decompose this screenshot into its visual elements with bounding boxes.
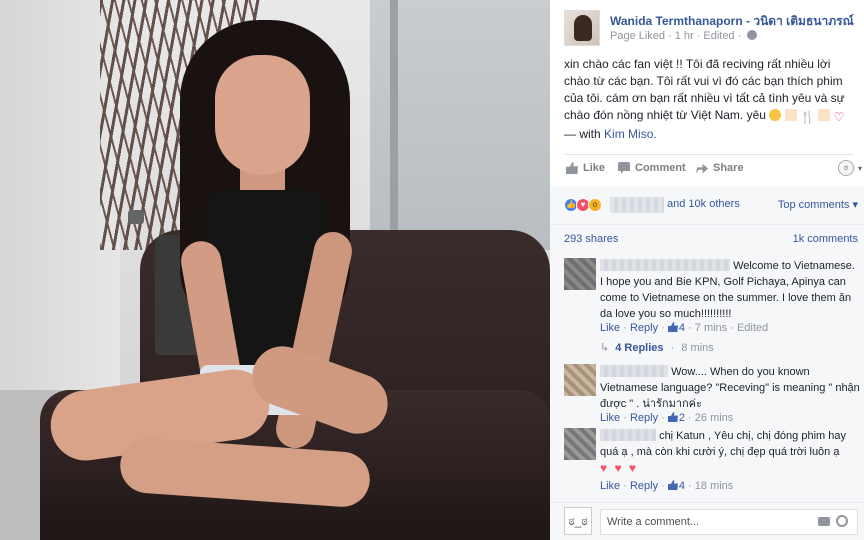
reactions-bar: 👍 ♥ o and 10k others Top comments ▾ xyxy=(550,186,864,224)
comment-likes-count[interactable]: 4 xyxy=(679,480,685,492)
reaction-icons[interactable]: 👍 ♥ o xyxy=(564,198,602,212)
camera-icon[interactable] xyxy=(818,517,830,526)
comment-text: Welcome to Vietnamese. I hope you and Bi… xyxy=(600,258,860,322)
comment-text: chị Katun , Yêu chị, chị đóng phim hay q… xyxy=(600,428,860,477)
with-prefix: — with xyxy=(564,127,601,141)
comment-meta: Like · Reply · 2 · 26 mins xyxy=(600,412,734,424)
reply-arrow-icon: ↳ xyxy=(600,342,610,354)
post-photo[interactable] xyxy=(0,0,550,540)
post-actions: Like Comment Share ಠ ▾ xyxy=(564,156,862,184)
comment-meta: Like · Reply · 4 · 18 mins xyxy=(600,480,734,492)
thumbs-up-icon xyxy=(667,412,678,422)
commenter-selector-icon[interactable]: ಠ xyxy=(838,160,854,176)
emoji-box-icon xyxy=(784,109,797,121)
comment-like-link[interactable]: Like xyxy=(600,480,620,492)
blurred-commenter-name[interactable] xyxy=(600,259,730,271)
comment-meta: Like · Reply · 4 · 7 mins · Edited xyxy=(600,322,769,334)
comment-edited[interactable]: Edited xyxy=(737,322,768,334)
view-replies-link[interactable]: ↳ 4 Replies · 8 mins xyxy=(600,341,714,354)
user-avatar: ಠ_ಠ xyxy=(564,507,592,535)
commenter-avatar[interactable] xyxy=(564,364,596,396)
comment-reply-link[interactable]: Reply xyxy=(630,412,658,424)
write-comment-bar: ಠ_ಠ xyxy=(550,502,864,540)
comment-button[interactable]: Comment xyxy=(618,162,686,174)
reactions-others-link[interactable]: and 10k others xyxy=(667,198,740,210)
comment-item: Wow.... When do you known Vietnamese lan… xyxy=(564,360,860,430)
photo-wall-hook xyxy=(128,210,144,224)
tagged-friend-link[interactable]: Kim Miso. xyxy=(604,127,657,141)
thumbs-up-icon xyxy=(667,322,678,332)
replies-time: 8 mins xyxy=(681,342,714,354)
thumbs-up-icon xyxy=(667,480,678,490)
caret-down-icon[interactable]: ▾ xyxy=(858,164,862,173)
blurred-name xyxy=(610,197,664,213)
comment-button-label: Comment xyxy=(635,162,686,174)
comment-text: Wow.... When do you known Vietnamese lan… xyxy=(600,364,860,412)
like-button-label: Like xyxy=(583,162,606,174)
comments-list: Welcome to Vietnamese. I hope you and Bi… xyxy=(550,252,864,502)
comment-likes-count[interactable]: 2 xyxy=(679,412,685,424)
emoji-face-icon xyxy=(769,109,782,121)
photo-window xyxy=(370,0,550,250)
comment-like-link[interactable]: Like xyxy=(600,412,620,424)
like-icon xyxy=(566,162,578,174)
blurred-commenter-name[interactable] xyxy=(600,365,668,377)
comments-count-link[interactable]: 1k comments xyxy=(793,233,858,245)
page-name-link[interactable]: Wanida Termthanaporn - วนิดา เติมธนาภรณ์ xyxy=(610,12,860,31)
shares-link[interactable]: 293 shares xyxy=(564,233,618,245)
post-timestamp[interactable]: 1 hr xyxy=(675,30,694,42)
wow-reaction-icon: o xyxy=(588,198,602,212)
emoji-heart-icon: ♡ xyxy=(833,110,845,124)
post-meta: Page Liked · 1 hr · Edited · xyxy=(610,30,758,42)
counts-bar: 293 shares 1k comments xyxy=(550,224,864,252)
share-button[interactable]: Share xyxy=(696,162,744,174)
comment-item: Welcome to Vietnamese. I hope you and Bi… xyxy=(564,254,860,346)
hearts-emoji: ♥ ♥ ♥ xyxy=(600,461,639,475)
top-comments-dropdown[interactable]: Top comments ▾ xyxy=(778,198,858,211)
commenter-avatar[interactable] xyxy=(564,428,596,460)
emoji-box-icon xyxy=(818,109,831,121)
globe-icon[interactable] xyxy=(747,30,758,40)
comment-like-link[interactable]: Like xyxy=(600,322,620,334)
page-avatar[interactable] xyxy=(564,10,600,46)
post-text: xin chào các fan việt !! Tôi đã reciving… xyxy=(564,56,854,143)
replies-label: 4 Replies xyxy=(615,342,664,354)
share-button-label: Share xyxy=(713,162,744,174)
comment-likes-count[interactable]: 4 xyxy=(679,322,685,334)
comment-time[interactable]: 26 mins xyxy=(695,412,734,424)
edited-label[interactable]: Edited xyxy=(703,30,734,42)
comment-time[interactable]: 18 mins xyxy=(695,480,734,492)
comment-time[interactable]: 7 mins xyxy=(695,322,727,334)
comment-item: chị Katun , Yêu chị, chị đóng phim hay q… xyxy=(564,424,860,502)
post-header: Wanida Termthanaporn - วนิดา เติมธนาภรณ์… xyxy=(564,10,854,46)
emoji-fork-knife-icon: 🍴 xyxy=(799,110,815,124)
comment-icon xyxy=(618,162,630,174)
comment-reply-link[interactable]: Reply xyxy=(630,480,658,492)
comment-reply-link[interactable]: Reply xyxy=(630,322,658,334)
like-button[interactable]: Like xyxy=(566,162,605,174)
blurred-commenter-name[interactable] xyxy=(600,429,656,441)
commenter-avatar[interactable] xyxy=(564,258,596,290)
sticker-icon[interactable] xyxy=(836,515,848,527)
share-icon xyxy=(696,163,708,174)
divider xyxy=(564,154,854,155)
page-liked-label[interactable]: Page Liked xyxy=(610,30,665,42)
photo-face xyxy=(215,55,310,175)
post-side-panel: Wanida Termthanaporn - วนิดา เติมธนาภรณ์… xyxy=(550,0,864,540)
